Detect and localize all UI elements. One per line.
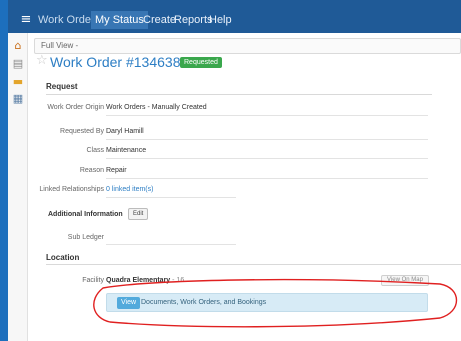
section-divider <box>46 94 432 95</box>
favorite-star-icon[interactable]: ☆ <box>36 53 48 68</box>
status-badge: Requested <box>180 57 222 68</box>
nav-my-status[interactable]: My Status <box>91 11 148 29</box>
linked-items-link[interactable]: 0 linked item(s) <box>106 184 153 195</box>
field-divider <box>106 115 428 116</box>
linked-relationships-label: Linked Relationships <box>39 186 104 193</box>
field-divider <box>106 197 236 198</box>
facility-value-wrapper: Quadra Elementary - 16 <box>106 275 184 286</box>
home-icon[interactable]: ⌂ <box>11 39 25 53</box>
section-additional-heading: Additional Information <box>48 211 123 218</box>
section-location-heading: Location <box>46 253 80 262</box>
nav-reports[interactable]: Reports <box>174 11 213 29</box>
origin-value: Work Orders - Manually Created <box>106 104 207 111</box>
view-documents-button[interactable]: View <box>117 297 141 309</box>
hamburger-menu-icon[interactable]: ≡ <box>16 11 36 29</box>
sub-ledger-label: Sub Ledger <box>67 234 104 241</box>
reason-label: Reason <box>79 167 104 174</box>
documents-panel: View Documents, Work Orders, and Booking… <box>106 293 428 312</box>
nav-create[interactable]: Create <box>143 11 176 29</box>
field-divider <box>106 158 428 159</box>
page-title: Work Order #134638 <box>50 54 181 70</box>
view-on-map-button[interactable]: View On Map <box>381 275 429 286</box>
reason-value: Repair <box>106 167 127 174</box>
folder-icon[interactable]: ▬ <box>11 75 25 89</box>
facility-label: Facility <box>82 277 104 284</box>
view-selector-dropdown[interactable]: Full View - <box>34 38 461 54</box>
section-request-heading: Request <box>46 82 78 91</box>
edit-button[interactable]: Edit <box>128 208 149 220</box>
field-divider <box>106 244 236 245</box>
class-value: Maintenance <box>106 147 147 154</box>
field-divider <box>106 178 428 179</box>
field-divider <box>106 139 428 140</box>
requested-by-value: Daryl Hamill <box>106 128 144 135</box>
section-divider <box>46 264 461 265</box>
top-navigation-bar: ≡ Work Orders My Status Create Reports H… <box>8 0 461 33</box>
facility-suffix: - 16 <box>172 277 185 284</box>
origin-label: Work Order Origin <box>47 104 104 111</box>
requested-by-label: Requested By <box>60 128 104 135</box>
class-label: Class <box>86 147 104 154</box>
documents-panel-text: Documents, Work Orders, and Bookings <box>141 299 267 306</box>
document-icon[interactable]: ▤ <box>11 57 25 71</box>
nav-help[interactable]: Help <box>209 11 232 29</box>
facility-value[interactable]: Quadra Elementary <box>106 277 170 284</box>
